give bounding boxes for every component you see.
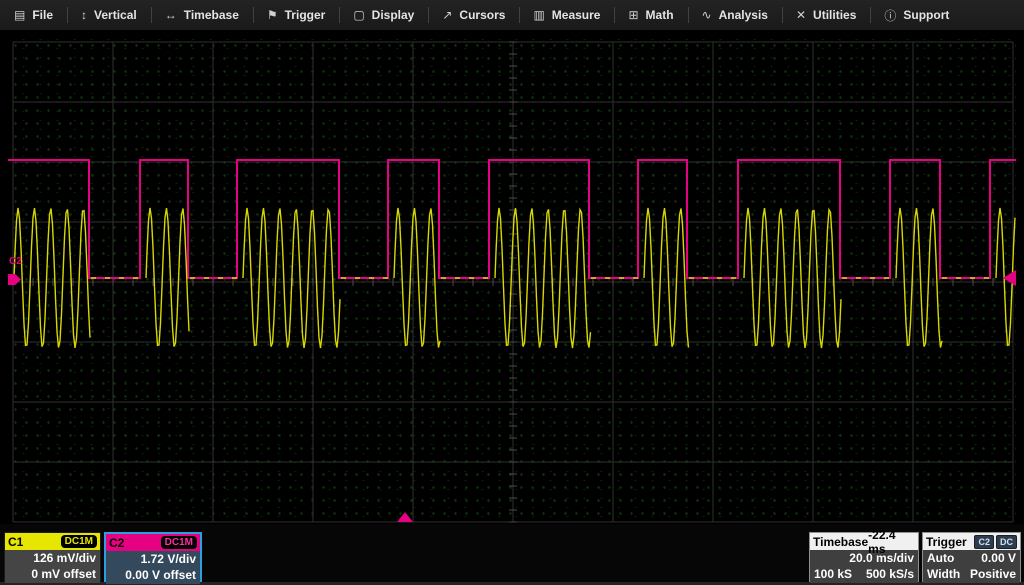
- timebase-rate: 500 kS/s: [866, 566, 914, 582]
- trigger-type: Width: [927, 566, 960, 582]
- menu-item-label: Cursors: [459, 8, 505, 22]
- timebase-label: Timebase: [813, 535, 868, 549]
- menu-item-label: Analysis: [719, 8, 768, 22]
- c2-coupling-badge: DC1M: [161, 536, 197, 549]
- menu-item-analysis[interactable]: ∿ Analysis: [688, 0, 782, 30]
- timebase-scale: 20.0 ms/div: [849, 550, 914, 566]
- menu-item-cursors[interactable]: ↗ Cursors: [428, 0, 519, 30]
- c1-coupling-badge: DC1M: [61, 535, 97, 548]
- timebase-samples: 100 kS: [814, 566, 852, 582]
- trigger-mode: Auto: [927, 550, 954, 566]
- utilities-icon: ✕: [796, 8, 806, 22]
- waveform-svg: [8, 36, 1016, 524]
- menu-item-label: Display: [372, 8, 415, 22]
- menu-item-label: Math: [646, 8, 674, 22]
- menu-item-timebase[interactable]: ↔ Timebase: [151, 0, 253, 30]
- channel-zero-label: C2: [9, 256, 22, 267]
- support-icon: ⓘ: [884, 7, 896, 24]
- file-icon: ▤: [14, 8, 25, 22]
- menu-item-label: Measure: [552, 8, 601, 22]
- timebase-header: Timebase -22.4 ms: [810, 533, 918, 550]
- menu-item-trigger[interactable]: ⚑ Trigger: [253, 0, 339, 30]
- menu-item-label: Utilities: [813, 8, 856, 22]
- analysis-icon: ∿: [702, 8, 712, 22]
- trigger-flag-icon: ⚑: [267, 8, 278, 22]
- math-icon: ⊞: [628, 8, 638, 22]
- c1-offset: 0 mV offset: [31, 566, 96, 582]
- trigger-level-marker-icon[interactable]: [1003, 270, 1016, 286]
- cursors-icon: ↗: [442, 8, 452, 22]
- channel-descriptor-c2[interactable]: C2 DC1M 1.72 V/div 0.00 V offset: [104, 532, 202, 582]
- trigger-descriptor[interactable]: Trigger C2 DC Auto 0.00 V Width Positive: [922, 532, 1021, 582]
- menu-bar: ▤ File ↕ Vertical ↔ Timebase ⚑ Trigger ▢ Display ↗…: [0, 0, 1024, 32]
- c2-header: C2 DC1M: [106, 534, 200, 551]
- c1-header: C1 DC1M: [5, 533, 100, 550]
- timebase-descriptor[interactable]: Timebase -22.4 ms 20.0 ms/div 100 kS 500…: [809, 532, 919, 582]
- trigger-label: Trigger: [926, 535, 967, 549]
- menu-item-file[interactable]: ▤ File: [0, 0, 67, 30]
- menu-item-label: Trigger: [285, 8, 326, 22]
- channel-descriptor-c1[interactable]: C1 DC1M 126 mV/div 0 mV offset: [4, 532, 101, 582]
- trigger-slope: Positive: [970, 566, 1016, 582]
- vertical-arrows-icon: ↕: [81, 8, 87, 22]
- c2-label: C2: [109, 536, 124, 550]
- display-icon: ▢: [353, 8, 364, 22]
- menu-item-label: Timebase: [184, 8, 239, 22]
- c2-body: 1.72 V/div 0.00 V offset: [106, 551, 200, 584]
- trigger-delay-marker-icon[interactable]: [397, 512, 413, 522]
- c1-label: C1: [8, 535, 23, 549]
- measure-icon: ▥: [533, 8, 544, 22]
- menu-item-support[interactable]: ⓘ Support: [870, 0, 963, 30]
- trigger-header: Trigger C2 DC: [923, 533, 1020, 550]
- c2-scale: 1.72 V/div: [141, 551, 196, 567]
- trigger-source-badge: C2: [974, 535, 994, 549]
- menu-item-utilities[interactable]: ✕ Utilities: [782, 0, 870, 30]
- menu-item-display[interactable]: ▢ Display: [339, 0, 428, 30]
- oscilloscope-screen: ▤ File ↕ Vertical ↔ Timebase ⚑ Trigger ▢ Display ↗…: [0, 0, 1024, 585]
- trigger-level: 0.00 V: [981, 550, 1016, 566]
- menu-item-label: Support: [903, 8, 949, 22]
- timebase-body: 20.0 ms/div 100 kS 500 kS/s: [810, 550, 918, 583]
- menu-item-label: Vertical: [94, 8, 137, 22]
- horizontal-arrows-icon: ↔: [165, 8, 177, 22]
- trigger-body: Auto 0.00 V Width Positive: [923, 550, 1020, 583]
- descriptor-bar: C1 DC1M 126 mV/div 0 mV offset C2 DC1M 1…: [0, 524, 1024, 585]
- c2-offset: 0.00 V offset: [125, 567, 196, 583]
- menu-item-measure[interactable]: ▥ Measure: [519, 0, 614, 30]
- trigger-coupling-badge: DC: [996, 535, 1017, 549]
- scope-graticule: C2: [8, 36, 1016, 524]
- c1-scale: 126 mV/div: [33, 550, 96, 566]
- menu-item-label: File: [32, 8, 53, 22]
- menu-item-math[interactable]: ⊞ Math: [614, 0, 687, 30]
- menu-item-vertical[interactable]: ↕ Vertical: [67, 0, 151, 30]
- c1-body: 126 mV/div 0 mV offset: [5, 550, 100, 583]
